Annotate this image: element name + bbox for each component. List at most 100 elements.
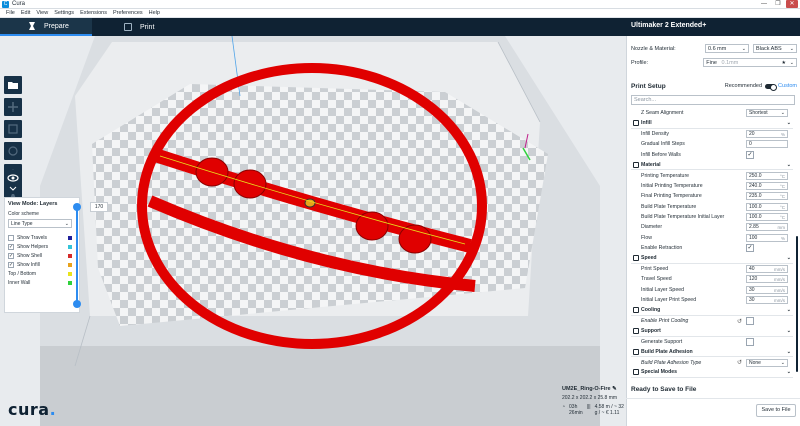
infill-before-walls-checkbox[interactable]: ✓ [746, 150, 754, 159]
initial-layer-print-speed-input[interactable]: 30 mm/s [746, 296, 788, 305]
close-button[interactable]: ✕ [786, 0, 798, 8]
chevron-down-icon[interactable]: ⌄ [787, 369, 791, 375]
view-mode-button[interactable] [4, 170, 22, 194]
settings-scrollbar[interactable] [796, 236, 798, 372]
print-speed-input[interactable]: 40 mm/s [746, 265, 788, 274]
tab-prepare[interactable]: Prepare [0, 18, 92, 36]
setting-travel-speed[interactable]: Travel Speed 120 mm/s [631, 274, 793, 284]
rotate-tool-button[interactable] [4, 142, 22, 160]
scale-tool-button[interactable] [4, 120, 22, 138]
diameter-input[interactable]: 2.85 mm [746, 223, 788, 232]
setting-gradual-infill-steps[interactable]: Gradual Infill Steps 0 [631, 139, 793, 149]
setting-initial-layer-print-speed[interactable]: Initial Layer Print Speed 30 mm/s [631, 295, 793, 305]
category-cooling[interactable]: Cooling ⌄ [631, 305, 793, 316]
menu-help[interactable]: Help [149, 9, 160, 17]
chevron-down-icon[interactable]: ⌄ [787, 349, 791, 355]
setting-infill-density[interactable]: Infill Density 20% [631, 129, 793, 139]
build-plate-adhesion-type-select[interactable]: None ⌄ [746, 358, 788, 367]
printing-temperature-input[interactable]: 250.0 °C [746, 171, 788, 180]
travel-speed-input[interactable]: 120 mm/s [746, 275, 788, 284]
category-special-modes[interactable]: Special Modes ⌄ [631, 368, 793, 379]
enable-retraction-checkbox[interactable]: ✓ [746, 244, 754, 253]
setting-print-speed[interactable]: Print Speed 40 mm/s [631, 264, 793, 274]
setting-build-plate-temperature[interactable]: Build Plate Temperature 100.0 °C [631, 202, 793, 212]
save-to-file-button[interactable]: Save to File [756, 404, 796, 417]
category-speed[interactable]: Speed ⌄ [631, 253, 793, 264]
nozzle-material-row: Nozzle & Material: 0.6 mm ⌄ Black ABS ⌄ [631, 44, 797, 53]
show-shell-row[interactable]: ✓ Show Shell [8, 251, 76, 260]
move-tool-button[interactable] [4, 98, 22, 116]
show-helpers-row[interactable]: ✓ Show Helpers [8, 242, 76, 251]
setting-final-printing-temperature[interactable]: Final Printing Temperature 235.0 °C [631, 191, 793, 201]
3d-viewport[interactable]: View Mode: Layers Color scheme Line Type… [0, 36, 626, 426]
layer-slider-bottom-handle[interactable] [73, 300, 81, 308]
build-plate-temperature-initial-layer-input[interactable]: 100.0 °C [746, 213, 788, 222]
chevron-down-icon[interactable]: ⌄ [787, 120, 791, 126]
custom-mode-label[interactable]: Custom [778, 83, 797, 89]
setting-generate-support[interactable]: Generate Support [631, 337, 793, 347]
color-scheme-select[interactable]: Line Type ⌄ [8, 219, 72, 228]
reset-icon[interactable]: ↺ [737, 359, 742, 366]
setting-enable-retraction[interactable]: Enable Retraction ✓ [631, 243, 793, 253]
tab-print[interactable]: Print [94, 18, 174, 36]
show-infill-row[interactable]: ✓ Show Infill [8, 260, 76, 269]
edit-pencil-icon[interactable]: ✎ [612, 386, 617, 392]
build-plate-temperature-input[interactable]: 100.0 °C [746, 202, 788, 211]
setting-build-plate-temperature-initial-layer[interactable]: Build Plate Temperature Initial Layer 100… [631, 212, 793, 222]
reset-icon[interactable]: ↺ [737, 318, 742, 325]
z-seam-alignment-select[interactable]: Shortest ⌄ [746, 109, 788, 118]
chevron-down-icon[interactable]: ⌄ [787, 328, 791, 334]
minimize-button[interactable]: — [758, 0, 770, 8]
maximize-button[interactable]: ❐ [772, 0, 784, 8]
layer-slider[interactable] [73, 203, 81, 308]
nozzle-select[interactable]: 0.6 mm ⌄ [705, 44, 749, 53]
chevron-down-icon: ⌄ [789, 46, 794, 52]
chevron-down-icon[interactable]: ⌄ [787, 255, 791, 261]
infill-density-input[interactable]: 20% [746, 129, 788, 138]
category-infill[interactable]: Infill ⌄ [631, 118, 793, 129]
setting-value: 120 [749, 276, 758, 283]
recommended-mode-label[interactable]: Recommended [725, 83, 762, 89]
machine-name[interactable]: Ultimaker 2 Extended+ [631, 22, 706, 29]
category-material[interactable]: Material ⌄ [631, 160, 793, 171]
setting-flow[interactable]: Flow 100% [631, 233, 793, 243]
object-name[interactable]: UM2E_Ring-O-Fire ✎ [562, 386, 624, 392]
chevron-down-icon[interactable]: ⌄ [787, 162, 791, 168]
flow-input[interactable]: 100% [746, 233, 788, 242]
category-support[interactable]: Support ⌄ [631, 326, 793, 337]
layer-slider-top-handle[interactable] [73, 203, 81, 211]
setting-printing-temperature[interactable]: Printing Temperature 250.0 °C [631, 170, 793, 180]
generate-support-checkbox[interactable] [746, 337, 754, 346]
menu-edit[interactable]: Edit [21, 9, 30, 17]
mode-toggle[interactable] [765, 83, 778, 91]
initial-layer-speed-input[interactable]: 30 mm/s [746, 285, 788, 294]
material-select[interactable]: Black ABS ⌄ [753, 44, 797, 53]
setting-diameter[interactable]: Diameter 2.85 mm [631, 222, 793, 232]
setting-enable-print-cooling[interactable]: Enable Print Cooling ↺ [631, 316, 793, 326]
menu-settings[interactable]: Settings [54, 9, 74, 17]
menu-view[interactable]: View [36, 9, 48, 17]
show-helpers-checkbox[interactable]: ✓ [8, 243, 14, 250]
menu-file[interactable]: File [6, 9, 15, 17]
setting-initial-layer-speed[interactable]: Initial Layer Speed 30 mm/s [631, 285, 793, 295]
chevron-down-icon[interactable]: ⌄ [787, 307, 791, 313]
initial-printing-temperature-input[interactable]: 240.0 °C [746, 181, 788, 190]
open-file-button[interactable] [4, 76, 22, 94]
menu-extensions[interactable]: Extensions [80, 9, 107, 17]
show-travels-checkbox[interactable] [8, 234, 14, 241]
profile-select[interactable]: Fine 0.1mm ★ ⌄ [703, 58, 797, 67]
gradual-infill-steps-input[interactable]: 0 [746, 140, 788, 149]
category-build-plate-adhesion[interactable]: Build Plate Adhesion ⌄ [631, 347, 793, 358]
show-infill-checkbox[interactable]: ✓ [8, 261, 14, 268]
layer-number-input[interactable]: 170 [90, 202, 108, 212]
setting-infill-before-walls[interactable]: Infill Before Walls ✓ [631, 150, 793, 160]
menu-preferences[interactable]: Preferences [113, 9, 143, 17]
show-shell-checkbox[interactable]: ✓ [8, 252, 14, 259]
final-printing-temperature-input[interactable]: 235.0 °C [746, 192, 788, 201]
setting-build-plate-adhesion-type[interactable]: Build Plate Adhesion Type ↺ None ⌄ [631, 357, 793, 367]
enable-print-cooling-checkbox[interactable] [746, 317, 754, 325]
setting-z-seam-alignment[interactable]: Z Seam Alignment Shortest ⌄ [631, 108, 793, 118]
setting-initial-printing-temperature[interactable]: Initial Printing Temperature 240.0 °C [631, 181, 793, 191]
settings-search-input[interactable]: Search... [631, 95, 795, 105]
show-travels-row[interactable]: Show Travels [8, 233, 76, 242]
